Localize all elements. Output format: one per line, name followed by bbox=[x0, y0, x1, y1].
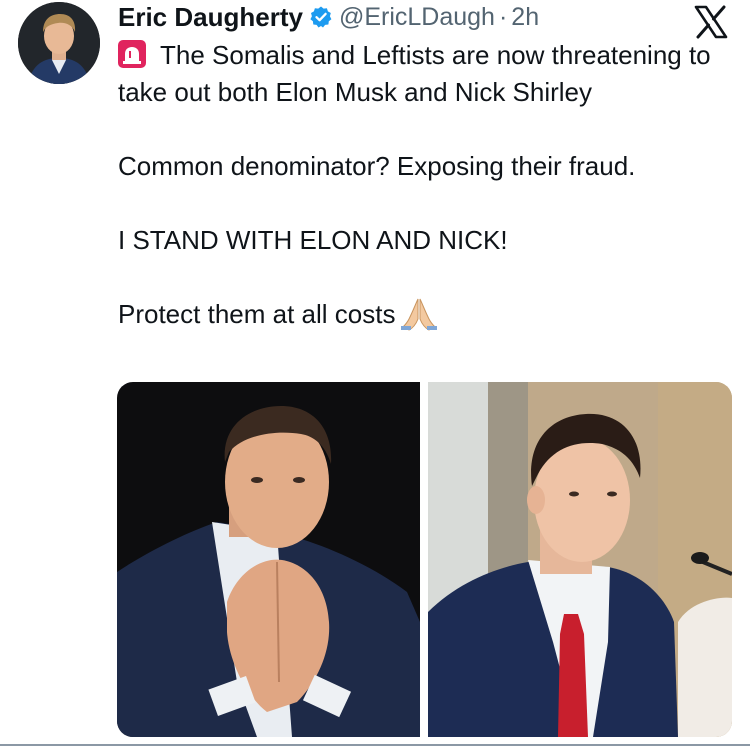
tweet-paragraph-4: Protect them at all costs bbox=[118, 296, 738, 333]
profile-photo bbox=[18, 2, 100, 84]
tweet-text: The Somalis and Leftists are now threate… bbox=[118, 37, 738, 333]
media-gallery[interactable] bbox=[117, 382, 732, 737]
post-time[interactable]: 2h bbox=[511, 3, 539, 32]
tweet-text-line-4: Protect them at all costs bbox=[118, 299, 396, 329]
tweet-text-line-2: Common denominator? Exposing their fraud… bbox=[118, 151, 636, 181]
photo-elon-musk[interactable] bbox=[117, 382, 420, 737]
avatar[interactable] bbox=[18, 2, 100, 84]
author-name[interactable]: Eric Daugherty bbox=[118, 2, 303, 33]
author-handle[interactable]: @EricLDaugh bbox=[339, 3, 495, 32]
tweet-text-line-3: I STAND WITH ELON AND NICK! bbox=[118, 225, 508, 255]
x-logo-icon bbox=[693, 4, 729, 40]
photo-nick-shirley[interactable] bbox=[428, 382, 732, 737]
tweet-paragraph-1: The Somalis and Leftists are now threate… bbox=[118, 37, 738, 111]
separator-dot: · bbox=[498, 2, 508, 31]
rotating-light-icon bbox=[118, 40, 146, 68]
tweet-card: Eric Daugherty @EricLDaugh · 2h The Soma… bbox=[0, 0, 750, 752]
tweet-text-line-1: The Somalis and Leftists are now threate… bbox=[118, 40, 711, 107]
verified-badge-icon bbox=[309, 5, 333, 29]
folded-hands-icon bbox=[399, 297, 439, 331]
divider bbox=[0, 744, 750, 746]
tweet-header: Eric Daugherty @EricLDaugh · 2h bbox=[118, 0, 539, 34]
